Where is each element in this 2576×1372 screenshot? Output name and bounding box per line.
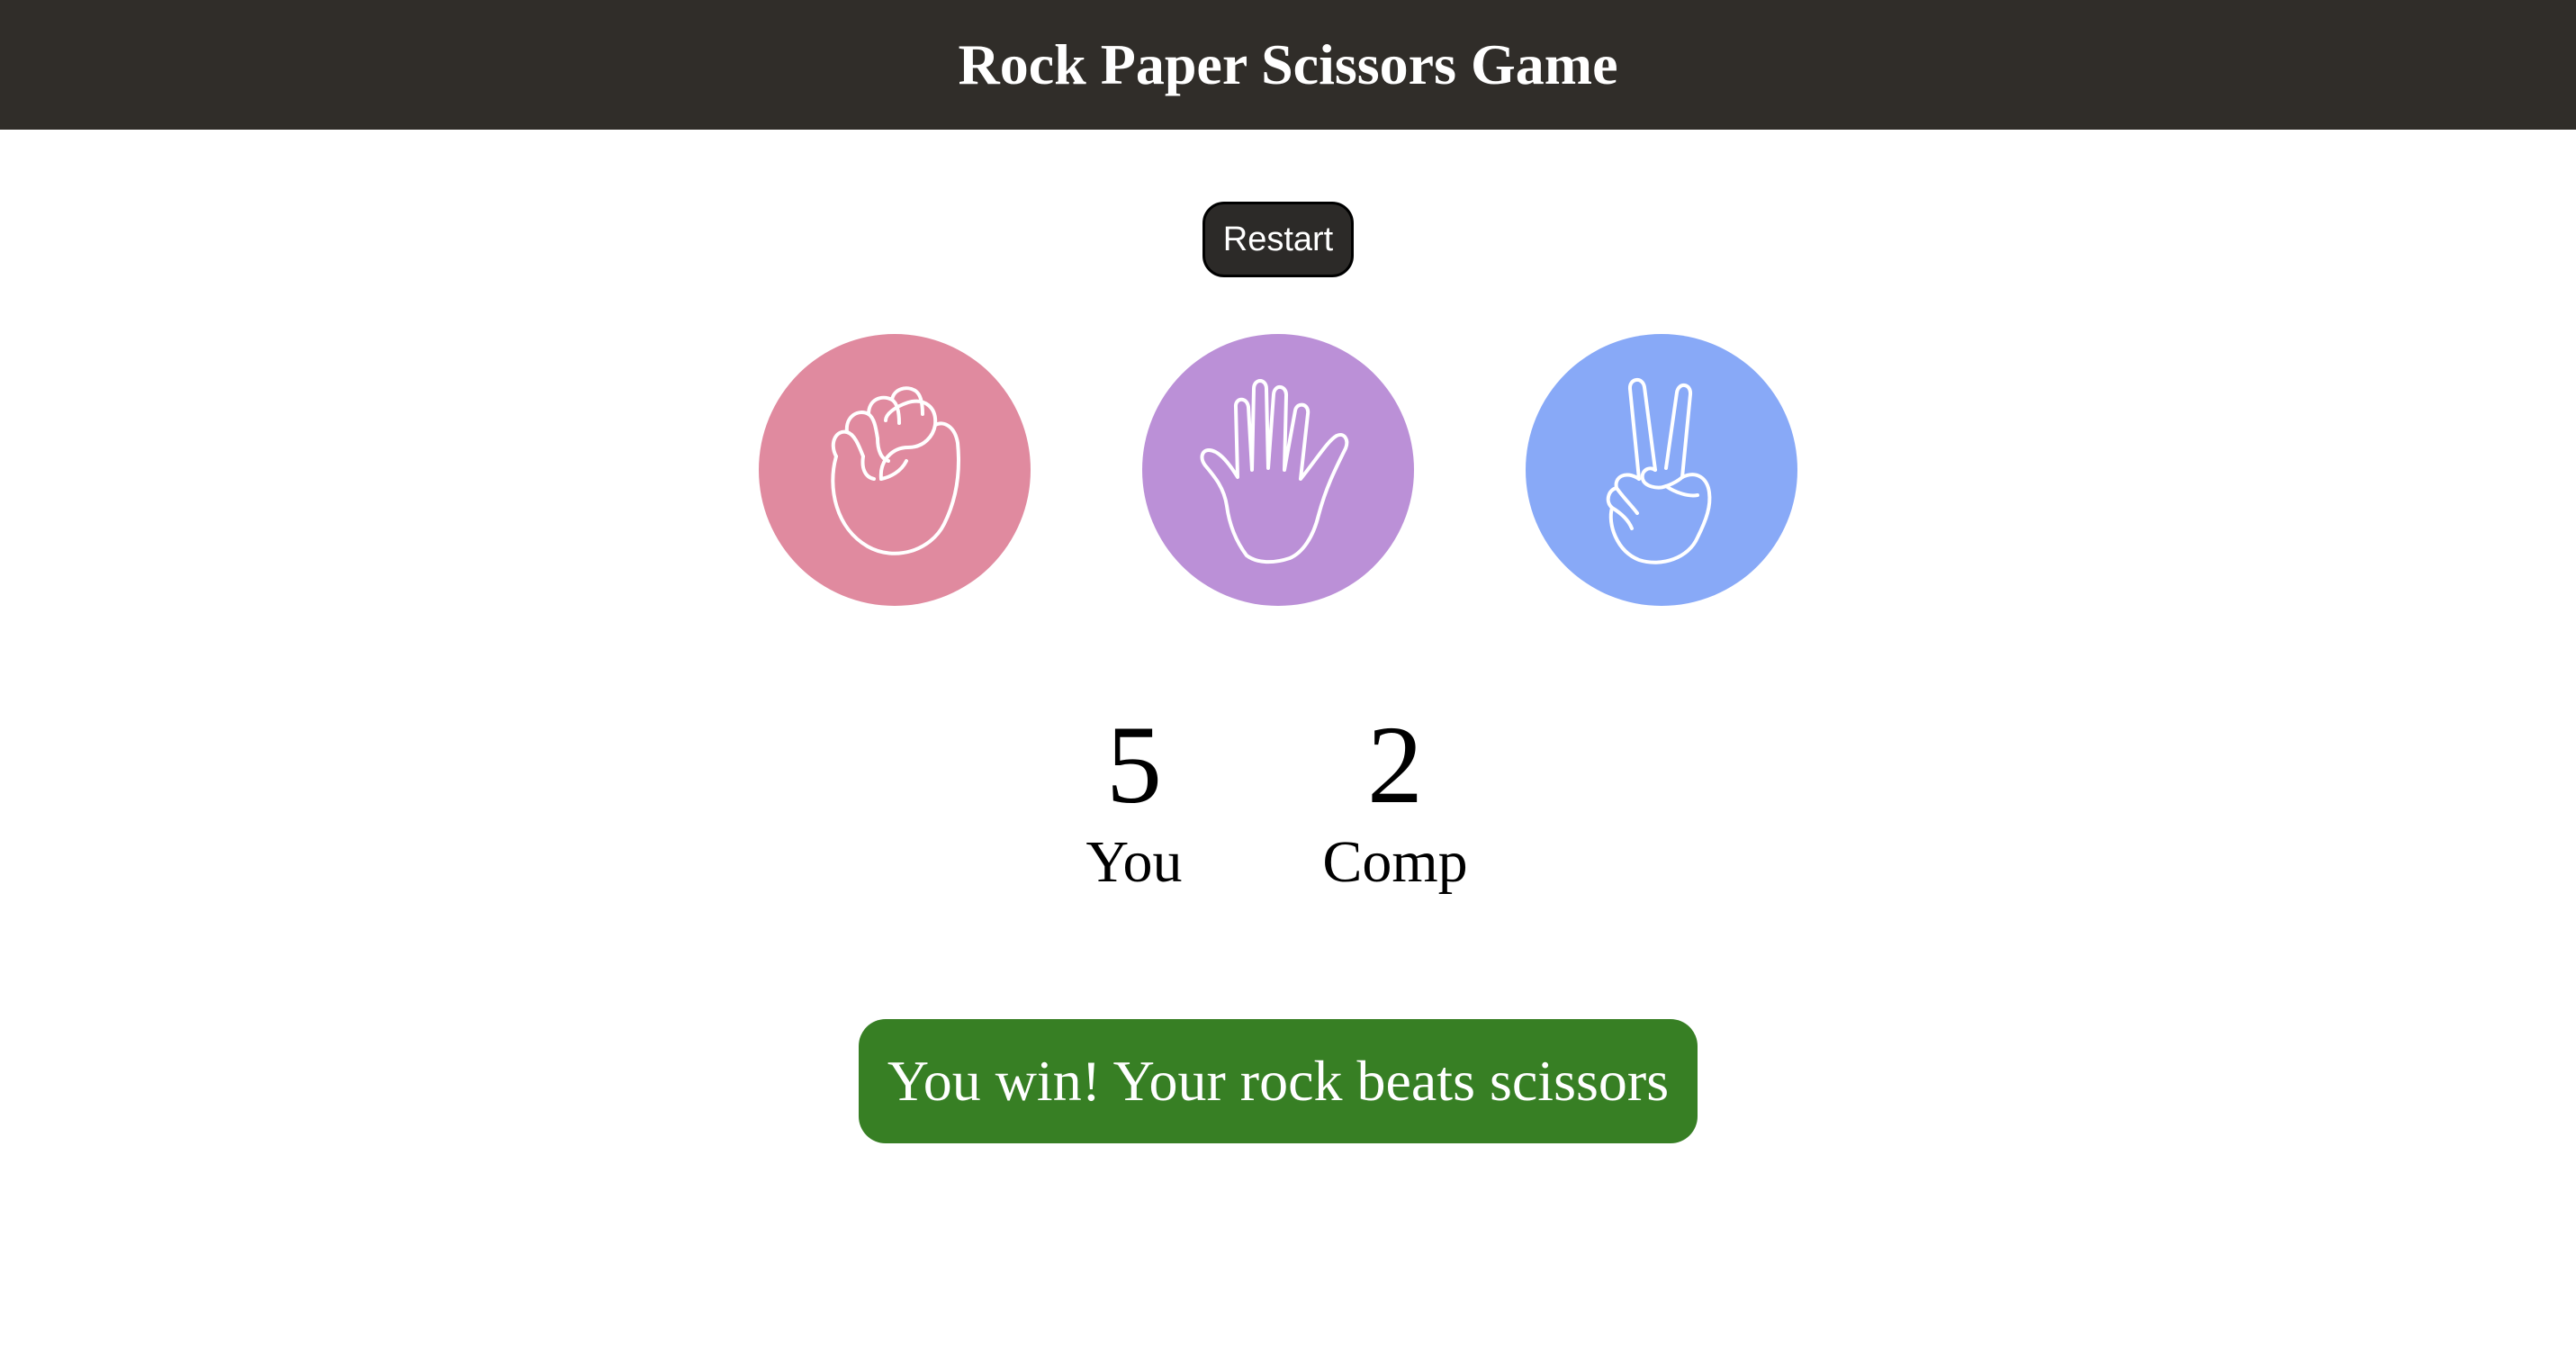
paper-hand-icon bbox=[1200, 379, 1349, 564]
user-score-label: You bbox=[1085, 829, 1183, 895]
result-message: You win! Your rock beats scissors bbox=[859, 1019, 1698, 1143]
app-header: Rock Paper Scissors Game bbox=[0, 0, 2576, 130]
scissors-choice-button[interactable] bbox=[1526, 334, 1797, 606]
comp-score: 2 bbox=[1367, 703, 1423, 826]
rock-fist-icon bbox=[831, 386, 961, 555]
comp-score-block: 2 Comp bbox=[1296, 702, 1494, 897]
user-score-block: 5 You bbox=[1035, 702, 1233, 897]
scissors-hand-icon bbox=[1606, 378, 1712, 564]
paper-choice-button[interactable] bbox=[1142, 334, 1414, 606]
restart-button[interactable]: Restart bbox=[1202, 202, 1354, 277]
comp-score-label: Comp bbox=[1322, 829, 1468, 895]
user-score: 5 bbox=[1106, 703, 1162, 826]
rock-choice-button[interactable] bbox=[759, 334, 1031, 606]
page-title: Rock Paper Scissors Game bbox=[958, 32, 1618, 96]
